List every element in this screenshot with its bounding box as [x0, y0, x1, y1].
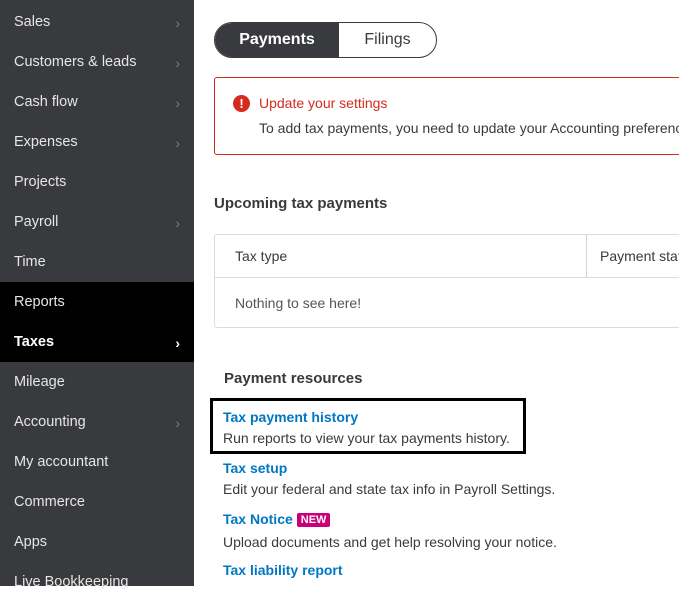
sidebar-item-label: Taxes — [14, 334, 55, 350]
sidebar-item-taxes[interactable]: Taxes › — [0, 322, 194, 362]
sidebar-item-mileage[interactable]: Mileage — [0, 362, 194, 402]
sidebar-item-reports[interactable]: Reports — [0, 282, 194, 322]
sidebar-item-label: Commerce — [14, 494, 85, 510]
resource-item: Tax Notice NEW Upload documents and get h… — [223, 511, 557, 550]
sidebar-item-projects[interactable]: Projects — [0, 162, 194, 202]
tab-filings[interactable]: Filings — [339, 23, 436, 57]
payments-filings-toggle: Payments Filings — [214, 22, 437, 58]
sidebar-item-customers-leads[interactable]: Customers & leads › — [0, 42, 194, 82]
sidebar-item-my-accountant[interactable]: My accountant — [0, 442, 194, 482]
sidebar-item-accounting[interactable]: Accounting › — [0, 402, 194, 442]
tax-notice-link[interactable]: Tax Notice — [223, 511, 293, 527]
sidebar-item-label: Expenses — [14, 134, 78, 150]
sidebar-item-label: Cash flow — [14, 94, 78, 110]
sidebar-item-label: Reports — [14, 294, 65, 310]
upcoming-title: Upcoming tax payments — [214, 195, 388, 212]
upcoming-table: Tax type Payment status Nothing to see h… — [214, 234, 679, 328]
sidebar-item-time[interactable]: Time — [0, 242, 194, 282]
sidebar-item-label: Mileage — [14, 374, 65, 390]
sidebar-item-apps[interactable]: Apps — [0, 522, 194, 562]
resource-desc: Upload documents and get help resolving … — [223, 534, 557, 550]
tax-setup-link[interactable]: Tax setup — [223, 460, 555, 476]
chevron-right-icon: › — [175, 415, 180, 431]
resource-desc: Edit your federal and state tax info in … — [223, 481, 556, 497]
resource-item: Tax liability report — [223, 562, 343, 578]
sidebar-item-label: Apps — [14, 534, 48, 550]
sidebar-item-label: Accounting — [14, 414, 86, 430]
resources-title: Payment resources — [224, 370, 363, 387]
chevron-right-icon: › — [175, 135, 180, 151]
column-header-tax-type[interactable]: Tax type — [235, 235, 287, 277]
sidebar-item-commerce[interactable]: Commerce — [0, 482, 194, 522]
chevron-right-icon: › — [175, 95, 180, 111]
sidebar-item-label: Projects — [14, 174, 67, 190]
chevron-right-icon: › — [175, 15, 180, 31]
sidebar-item-expenses[interactable]: Expenses › — [0, 122, 194, 162]
error-icon: ! — [233, 95, 250, 112]
sidebar-item-label: Live Bookkeeping — [14, 574, 129, 590]
chevron-right-icon: › — [175, 55, 180, 71]
highlight-box — [210, 398, 526, 454]
empty-row: Nothing to see here! — [215, 277, 679, 327]
chevron-right-icon: › — [175, 335, 180, 351]
sidebar: Sales › Customers & leads › Cash flow › Expens… — [0, 0, 194, 590]
column-divider — [586, 235, 587, 277]
sidebar-item-live-bookkeeping[interactable]: Live Bookkeeping — [0, 562, 194, 602]
sidebar-item-payroll[interactable]: Payroll › — [0, 202, 194, 242]
sidebar-item-sales[interactable]: Sales › — [0, 2, 194, 42]
alert-banner: ! Update your settings To add tax paymen… — [214, 77, 679, 155]
sidebar-item-label: My accountant — [14, 454, 109, 470]
resource-item: Tax setup Edit your federal and state ta… — [223, 460, 555, 497]
alert-title: Update your settings — [259, 95, 388, 111]
sidebar-item-label: Customers & leads — [14, 54, 137, 70]
new-badge: NEW — [296, 513, 331, 527]
tab-payments[interactable]: Payments — [215, 23, 339, 57]
alert-message: To add tax payments, you need to update … — [259, 120, 679, 136]
sidebar-item-label: Time — [14, 254, 46, 270]
column-header-payment-status[interactable]: Payment status — [600, 235, 679, 277]
tax-liability-report-link[interactable]: Tax liability report — [223, 562, 343, 578]
sidebar-item-label: Payroll — [14, 214, 59, 230]
sidebar-item-cash-flow[interactable]: Cash flow › — [0, 82, 194, 122]
sidebar-item-label: Sales — [14, 14, 51, 30]
chevron-right-icon: › — [175, 215, 180, 231]
